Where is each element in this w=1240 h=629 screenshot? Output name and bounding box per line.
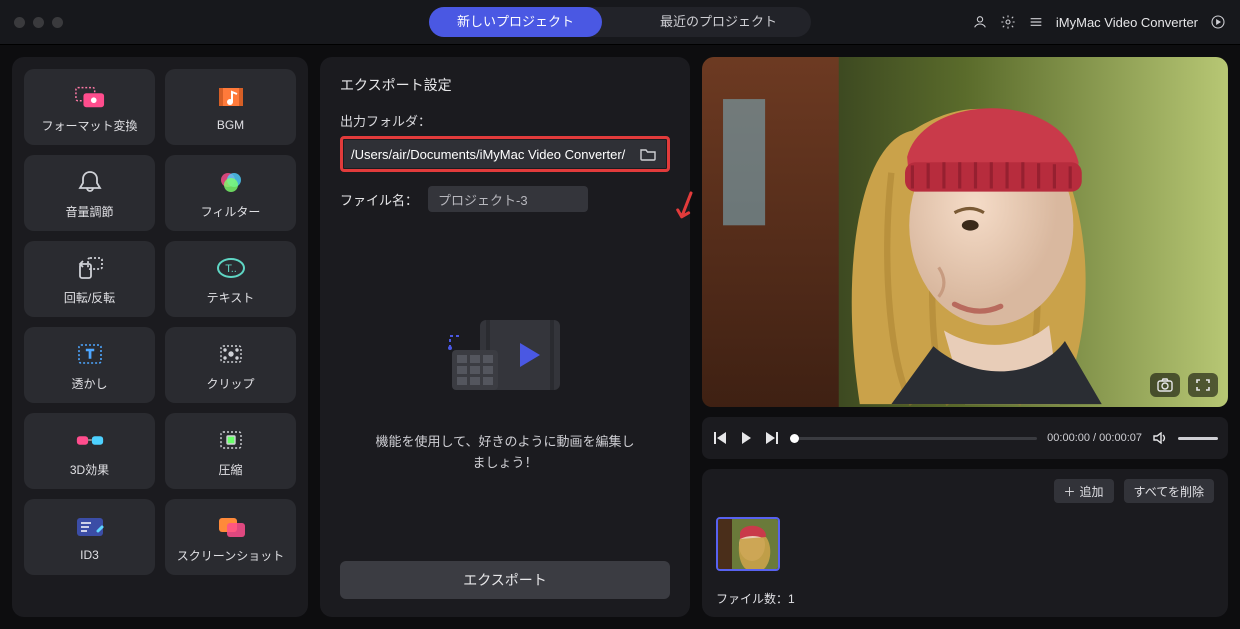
tool-label: スクリーンショット	[177, 547, 284, 564]
screenshot-icon	[216, 511, 246, 541]
output-path-row: /Users/air/Documents/iMyMac Video Conver…	[340, 136, 670, 172]
export-title: エクスポート設定	[340, 75, 670, 95]
tool-screenshot[interactable]: スクリーンショット	[165, 499, 296, 575]
maximize-dot-icon[interactable]	[52, 17, 63, 28]
tool-label: 圧縮	[218, 461, 242, 478]
export-button[interactable]: エクスポート	[340, 561, 670, 599]
file-name-input[interactable]	[428, 186, 588, 212]
file-name-label: ファイル名：	[340, 190, 418, 209]
main-content: フォーマット変換 BGM 音量調節 フィルター	[0, 45, 1240, 629]
app-name: iMyMac Video Converter	[1056, 15, 1198, 30]
menu-icon[interactable]	[1028, 14, 1044, 30]
user-icon[interactable]	[972, 14, 988, 30]
tool-label: 回転/反転	[64, 289, 115, 306]
player-controls: 00:00:00 / 00:00:07	[702, 417, 1228, 459]
volume-slider[interactable]	[1178, 437, 1218, 440]
compress-icon	[216, 425, 246, 455]
tools-panel: フォーマット変換 BGM 音量調節 フィルター	[12, 57, 308, 617]
svg-text:T: T	[86, 347, 94, 361]
volume-icon[interactable]	[1152, 430, 1168, 446]
tool-volume[interactable]: 音量調節	[24, 155, 155, 231]
project-tabs: 新しいプロジェクト 最近のプロジェクト	[429, 7, 811, 37]
export-settings-panel: エクスポート設定 出力フォルダ： /Users/air/Documents/iM…	[320, 57, 690, 617]
rotate-icon	[75, 253, 105, 283]
close-dot-icon[interactable]	[14, 17, 25, 28]
browse-folder-button[interactable]	[637, 145, 659, 163]
watermark-icon: T	[75, 339, 105, 369]
file-count: ファイル数：1	[716, 582, 1214, 607]
minimize-dot-icon[interactable]	[33, 17, 44, 28]
clear-all-button[interactable]: すべてを削除	[1124, 479, 1214, 503]
play-button[interactable]	[738, 430, 754, 446]
tool-label: クリップ	[206, 375, 254, 392]
tool-clip[interactable]: クリップ	[165, 327, 296, 403]
filter-icon	[216, 167, 246, 197]
tool-rotate[interactable]: 回転/反転	[24, 241, 155, 317]
clip-icon	[216, 339, 246, 369]
tool-watermark[interactable]: T 透かし	[24, 327, 155, 403]
tool-compress[interactable]: 圧縮	[165, 413, 296, 489]
time-display: 00:00:00 / 00:00:07	[1047, 432, 1142, 444]
bgm-icon	[216, 82, 246, 112]
file-thumbnail[interactable]	[716, 517, 780, 571]
play-circle-icon[interactable]	[1210, 14, 1226, 30]
video-preview[interactable]	[702, 57, 1228, 407]
output-path-text: /Users/air/Documents/iMyMac Video Conver…	[351, 147, 629, 162]
tool-text[interactable]: T.. テキスト	[165, 241, 296, 317]
next-button[interactable]	[764, 430, 780, 446]
tool-3d[interactable]: 3D効果	[24, 413, 155, 489]
gear-icon[interactable]	[1000, 14, 1016, 30]
tool-bgm[interactable]: BGM	[165, 69, 296, 145]
titlebar: 新しいプロジェクト 最近のプロジェクト iMyMac Video Convert…	[0, 0, 1240, 45]
tool-filter[interactable]: フィルター	[165, 155, 296, 231]
format-icon	[75, 81, 105, 111]
titlebar-right: iMyMac Video Converter	[972, 14, 1226, 30]
tool-label: ID3	[80, 548, 99, 562]
progress-bar[interactable]	[790, 437, 1037, 440]
tab-recent-projects[interactable]: 最近のプロジェクト	[632, 7, 805, 37]
output-folder-label: 出力フォルダ：	[340, 111, 670, 130]
id3-icon	[75, 512, 105, 542]
tool-label: 音量調節	[65, 203, 113, 220]
fullscreen-button[interactable]	[1188, 373, 1218, 397]
tool-label: フォーマット変換	[41, 117, 137, 134]
glasses-icon	[75, 425, 105, 455]
tool-label: フィルター	[201, 203, 261, 220]
file-list-panel: ＋追加 すべてを削除 ファイル数：1	[702, 469, 1228, 617]
file-thumbnails	[716, 517, 1214, 571]
file-name-row: ファイル名：	[340, 186, 670, 212]
tool-format[interactable]: フォーマット変換	[24, 69, 155, 145]
tab-new-project[interactable]: 新しいプロジェクト	[429, 7, 602, 37]
tool-label: 3D効果	[70, 461, 109, 478]
text-icon: T..	[216, 253, 246, 283]
tool-label: テキスト	[207, 289, 255, 306]
window-traffic-lights	[14, 17, 63, 28]
right-panel: 00:00:00 / 00:00:07 ＋追加 すべてを削除	[702, 57, 1228, 617]
prev-button[interactable]	[712, 430, 728, 446]
volume-icon	[75, 167, 105, 197]
tool-label: BGM	[217, 118, 244, 132]
tool-id3[interactable]: ID3	[24, 499, 155, 575]
snapshot-button[interactable]	[1150, 373, 1180, 397]
add-file-button[interactable]: ＋追加	[1054, 479, 1114, 503]
export-illustration: 機能を使用して、好きのように動画を編集しましょう！	[340, 220, 670, 561]
tool-label: 透かし	[71, 375, 107, 392]
svg-text:T..: T..	[225, 263, 237, 275]
export-hint-text: 機能を使用して、好きのように動画を編集しましょう！	[375, 432, 635, 474]
preview-image	[702, 57, 1228, 407]
